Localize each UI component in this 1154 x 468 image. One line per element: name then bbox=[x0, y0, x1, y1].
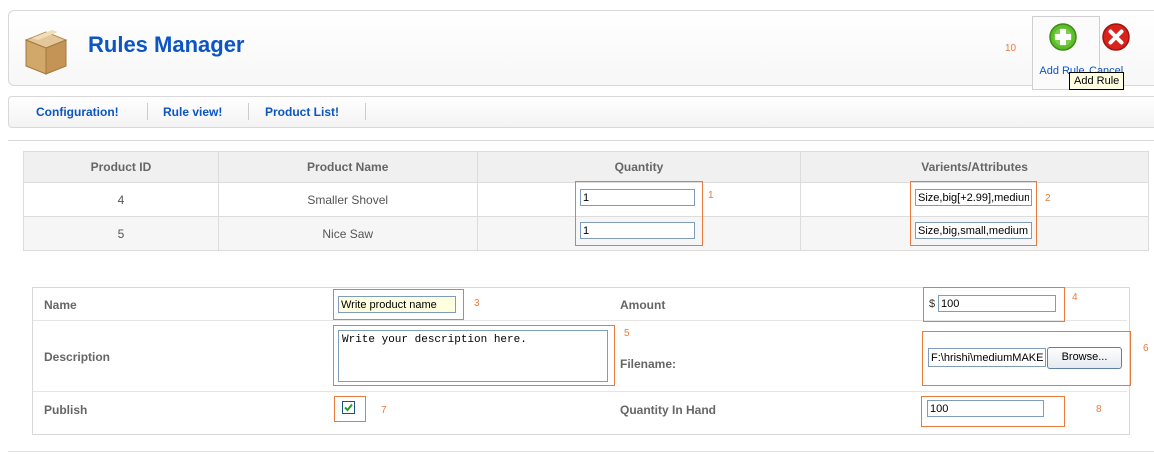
annotation-5: 5 bbox=[624, 328, 630, 339]
product-name-cell: Nice Saw bbox=[217, 216, 478, 251]
variants-input-row-1[interactable] bbox=[915, 189, 1032, 206]
name-label: Name bbox=[44, 298, 77, 312]
row-divider bbox=[33, 391, 1127, 392]
checkmark-icon bbox=[344, 403, 353, 412]
product-name-input[interactable] bbox=[338, 296, 456, 313]
product-id-cell: 5 bbox=[23, 216, 219, 251]
annotation-7: 7 bbox=[381, 405, 387, 416]
column-header: Product ID bbox=[23, 151, 219, 183]
column-header: Quantity bbox=[476, 151, 802, 183]
amount-input[interactable] bbox=[938, 295, 1056, 312]
page-title: Rules Manager bbox=[88, 32, 245, 57]
annotation-3: 3 bbox=[474, 298, 480, 309]
annotation-10: 10 bbox=[1005, 43, 1017, 54]
filename-label: Filename: bbox=[620, 357, 677, 371]
submenu-configuration[interactable]: Configuration! bbox=[36, 105, 119, 119]
annotation-1: 1 bbox=[708, 190, 714, 201]
publish-label: Publish bbox=[44, 403, 88, 417]
quantity-input-row-2[interactable] bbox=[580, 222, 695, 239]
product-id-cell: 4 bbox=[23, 182, 219, 217]
content-frame bbox=[8, 140, 1154, 142]
table-header-row: Product ID Product Name Quantity Varient… bbox=[23, 151, 1149, 183]
description-textarea[interactable]: Write your description here. bbox=[338, 330, 608, 382]
file-path-input[interactable] bbox=[928, 348, 1046, 367]
quantity-in-hand-label: Quantity In Hand bbox=[620, 403, 716, 417]
submenu-divider bbox=[147, 103, 148, 120]
content-bottom-border bbox=[8, 451, 1154, 452]
product-box-icon bbox=[22, 26, 68, 76]
annotation-6: 6 bbox=[1143, 343, 1149, 354]
tooltip: Add Rule bbox=[1069, 72, 1125, 90]
annotation-2: 2 bbox=[1045, 193, 1051, 204]
description-label: Description bbox=[44, 350, 111, 364]
variants-input-row-2[interactable] bbox=[915, 222, 1032, 239]
column-header: Varients/Attributes bbox=[800, 151, 1149, 183]
annotation-4: 4 bbox=[1072, 292, 1078, 303]
x-circle-icon bbox=[1102, 23, 1130, 51]
quantity-in-hand-input[interactable] bbox=[927, 400, 1044, 417]
submenu-divider bbox=[248, 103, 249, 120]
column-header: Product Name bbox=[217, 151, 478, 183]
browse-button[interactable]: Browse... bbox=[1047, 347, 1122, 369]
submenu-rule-view[interactable]: Rule view! bbox=[163, 105, 222, 119]
annotation-8: 8 bbox=[1096, 404, 1102, 415]
quantity-input-row-1[interactable] bbox=[580, 189, 695, 206]
submenu-divider bbox=[365, 103, 366, 120]
product-name-cell: Smaller Shovel bbox=[217, 182, 478, 217]
publish-checkbox[interactable] bbox=[342, 401, 355, 414]
amount-label: Amount bbox=[620, 298, 666, 312]
submenu-product-list[interactable]: Product List! bbox=[265, 105, 339, 119]
plus-circle-icon bbox=[1049, 23, 1077, 51]
currency-symbol: $ bbox=[929, 298, 936, 310]
